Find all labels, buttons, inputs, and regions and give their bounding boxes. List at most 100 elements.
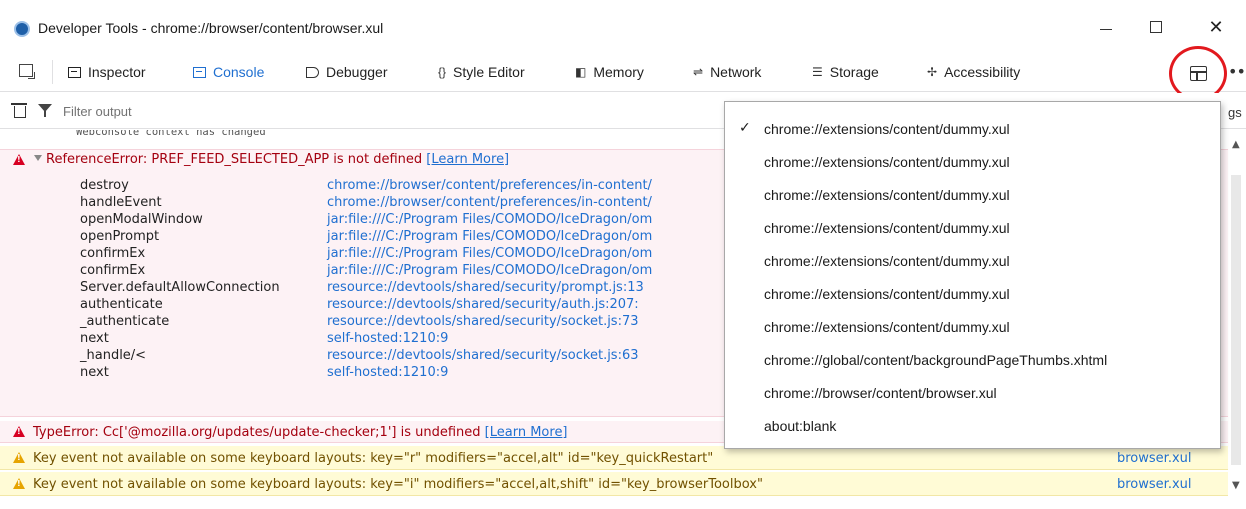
maximize-button[interactable] bbox=[1136, 10, 1176, 44]
menu-item-label: chrome://browser/content/browser.xul bbox=[764, 385, 997, 401]
memory-icon: ◧ bbox=[575, 65, 587, 79]
tab-label: Memory bbox=[593, 64, 644, 80]
stack-location-link[interactable]: resource://devtools/shared/security/sock… bbox=[327, 314, 639, 329]
error-text: ReferenceError: PREF_FEED_SELECTED_APP i… bbox=[46, 152, 509, 167]
menu-item-label: chrome://extensions/content/dummy.xul bbox=[764, 319, 1010, 335]
tab-label: Console bbox=[213, 64, 265, 80]
filter-icon bbox=[38, 104, 52, 117]
stack-location-link[interactable]: resource://devtools/shared/security/sock… bbox=[327, 348, 639, 363]
more-tools-icon[interactable]: ••• bbox=[1228, 62, 1246, 81]
menu-item-frame[interactable]: ✓ chrome://extensions/content/dummy.xul bbox=[725, 114, 1220, 144]
stack-function: handleEvent bbox=[80, 195, 162, 210]
menu-item-label: chrome://extensions/content/dummy.xul bbox=[764, 187, 1010, 203]
error-message-text: TypeError: Cc['@mozilla.org/updates/upda… bbox=[33, 425, 481, 440]
accessibility-icon: ✢ bbox=[927, 65, 938, 79]
menu-item-label: about:blank bbox=[764, 418, 837, 434]
stack-function: authenticate bbox=[80, 297, 163, 312]
stack-function: openPrompt bbox=[80, 229, 160, 244]
menu-item-frame[interactable]: chrome://global/content/backgroundPageTh… bbox=[725, 345, 1220, 375]
stack-function: _handle/< bbox=[80, 348, 147, 363]
scroll-down-arrow-icon[interactable]: ▼ bbox=[1232, 480, 1240, 491]
debugger-icon bbox=[306, 66, 319, 78]
menu-item-frame[interactable]: chrome://browser/content/browser.xul bbox=[725, 378, 1220, 408]
stack-location-link[interactable]: self-hosted:1210:9 bbox=[327, 331, 448, 346]
minimize-button[interactable] bbox=[1086, 10, 1126, 44]
error-icon bbox=[13, 426, 25, 437]
tab-debugger[interactable]: Debugger bbox=[306, 64, 388, 80]
learn-more-link[interactable]: [Learn More] bbox=[485, 425, 568, 440]
frame-select-menu: ✓ chrome://extensions/content/dummy.xul … bbox=[724, 101, 1221, 449]
stack-function: openModalWindow bbox=[80, 212, 203, 227]
stack-location-link[interactable]: chrome://browser/content/preferences/in-… bbox=[327, 195, 652, 210]
stack-function: next bbox=[80, 331, 109, 346]
tab-label: Network bbox=[710, 64, 762, 80]
tab-storage[interactable]: ☰ Storage bbox=[812, 64, 879, 80]
title-bar: Developer Tools - chrome://browser/conte… bbox=[0, 0, 1246, 50]
menu-item-frame[interactable]: chrome://extensions/content/dummy.xul bbox=[725, 312, 1220, 342]
tab-accessibility[interactable]: ✢ Accessibility bbox=[927, 64, 1020, 80]
warning-icon bbox=[13, 478, 25, 489]
stack-location-link[interactable]: jar:file:///C:/Program Files/COMODO/IceD… bbox=[327, 212, 652, 227]
tab-inspector[interactable]: Inspector bbox=[68, 64, 146, 80]
tab-memory[interactable]: ◧ Memory bbox=[575, 64, 644, 80]
firefox-logo-icon bbox=[14, 21, 30, 37]
menu-item-label: chrome://extensions/content/dummy.xul bbox=[764, 286, 1010, 302]
inspector-icon bbox=[68, 66, 81, 78]
menu-item-label: chrome://extensions/content/dummy.xul bbox=[764, 154, 1010, 170]
stack-function: _authenticate bbox=[80, 314, 170, 329]
minimize-icon bbox=[1100, 28, 1112, 30]
error-message-text: ReferenceError: PREF_FEED_SELECTED_APP i… bbox=[46, 152, 423, 167]
close-icon: ✕ bbox=[1208, 16, 1224, 38]
menu-item-label: chrome://extensions/content/dummy.xul bbox=[764, 121, 1010, 137]
tab-label: Style Editor bbox=[453, 64, 525, 80]
tab-console[interactable]: Console bbox=[193, 64, 264, 80]
checkmark-icon: ✓ bbox=[739, 120, 751, 136]
scroll-up-arrow-icon[interactable]: ▲ bbox=[1232, 139, 1240, 150]
menu-item-frame[interactable]: chrome://extensions/content/dummy.xul bbox=[725, 213, 1220, 243]
tab-label: Debugger bbox=[326, 64, 388, 80]
warning-icon bbox=[13, 452, 25, 463]
error-text: TypeError: Cc['@mozilla.org/updates/upda… bbox=[33, 425, 568, 440]
filter-input[interactable] bbox=[63, 100, 663, 122]
trash-icon[interactable] bbox=[11, 103, 27, 118]
toolbar-divider bbox=[52, 60, 53, 84]
stack-location-link[interactable]: resource://devtools/shared/security/prom… bbox=[327, 280, 644, 295]
stack-location-link[interactable]: chrome://browser/content/preferences/in-… bbox=[327, 178, 652, 193]
menu-item-frame[interactable]: chrome://extensions/content/dummy.xul bbox=[725, 279, 1220, 309]
stack-location-link[interactable]: self-hosted:1210:9 bbox=[327, 365, 448, 380]
settings-label-partial: gs bbox=[1228, 105, 1242, 120]
menu-item-frame[interactable]: chrome://extensions/content/dummy.xul bbox=[725, 246, 1220, 276]
stack-location-link[interactable]: jar:file:///C:/Program Files/COMODO/IceD… bbox=[327, 229, 652, 244]
menu-item-label: chrome://global/content/backgroundPageTh… bbox=[764, 352, 1108, 368]
error-icon bbox=[13, 154, 25, 165]
stack-location-link[interactable]: resource://devtools/shared/security/auth… bbox=[327, 297, 639, 312]
close-button[interactable]: ✕ bbox=[1196, 10, 1236, 44]
stack-location-link[interactable]: jar:file:///C:/Program Files/COMODO/IceD… bbox=[327, 263, 652, 278]
tab-label: Inspector bbox=[88, 64, 146, 80]
tab-style-editor[interactable]: {} Style Editor bbox=[438, 64, 525, 80]
warning-text: Key event not available on some keyboard… bbox=[33, 477, 763, 492]
cut-off-message: Webconsole context has changed bbox=[76, 130, 266, 138]
source-link[interactable]: browser.xul bbox=[1117, 451, 1192, 466]
menu-item-frame[interactable]: about:blank bbox=[725, 411, 1220, 441]
element-picker-icon[interactable] bbox=[19, 64, 35, 79]
scrollbar-thumb[interactable] bbox=[1231, 175, 1241, 465]
menu-item-frame[interactable]: chrome://extensions/content/dummy.xul bbox=[725, 180, 1220, 210]
tab-network[interactable]: ⇌ Network bbox=[693, 64, 761, 80]
stack-function: next bbox=[80, 365, 109, 380]
warning-text: Key event not available on some keyboard… bbox=[33, 451, 714, 466]
console-icon bbox=[193, 66, 206, 78]
stack-function: confirmEx bbox=[80, 246, 146, 261]
source-link[interactable]: browser.xul bbox=[1117, 477, 1192, 492]
stack-function: destroy bbox=[80, 178, 129, 193]
stack-function: confirmEx bbox=[80, 263, 146, 278]
stack-function: Server.defaultAllowConnection bbox=[80, 280, 280, 295]
network-icon: ⇌ bbox=[693, 65, 704, 79]
storage-icon: ☰ bbox=[812, 65, 823, 79]
maximize-icon bbox=[1150, 21, 1162, 33]
stack-location-link[interactable]: jar:file:///C:/Program Files/COMODO/IceD… bbox=[327, 246, 652, 261]
learn-more-link[interactable]: [Learn More] bbox=[426, 152, 509, 167]
menu-item-frame[interactable]: chrome://extensions/content/dummy.xul bbox=[725, 147, 1220, 177]
expand-arrow-icon[interactable] bbox=[34, 155, 42, 161]
style-editor-icon: {} bbox=[438, 65, 447, 79]
